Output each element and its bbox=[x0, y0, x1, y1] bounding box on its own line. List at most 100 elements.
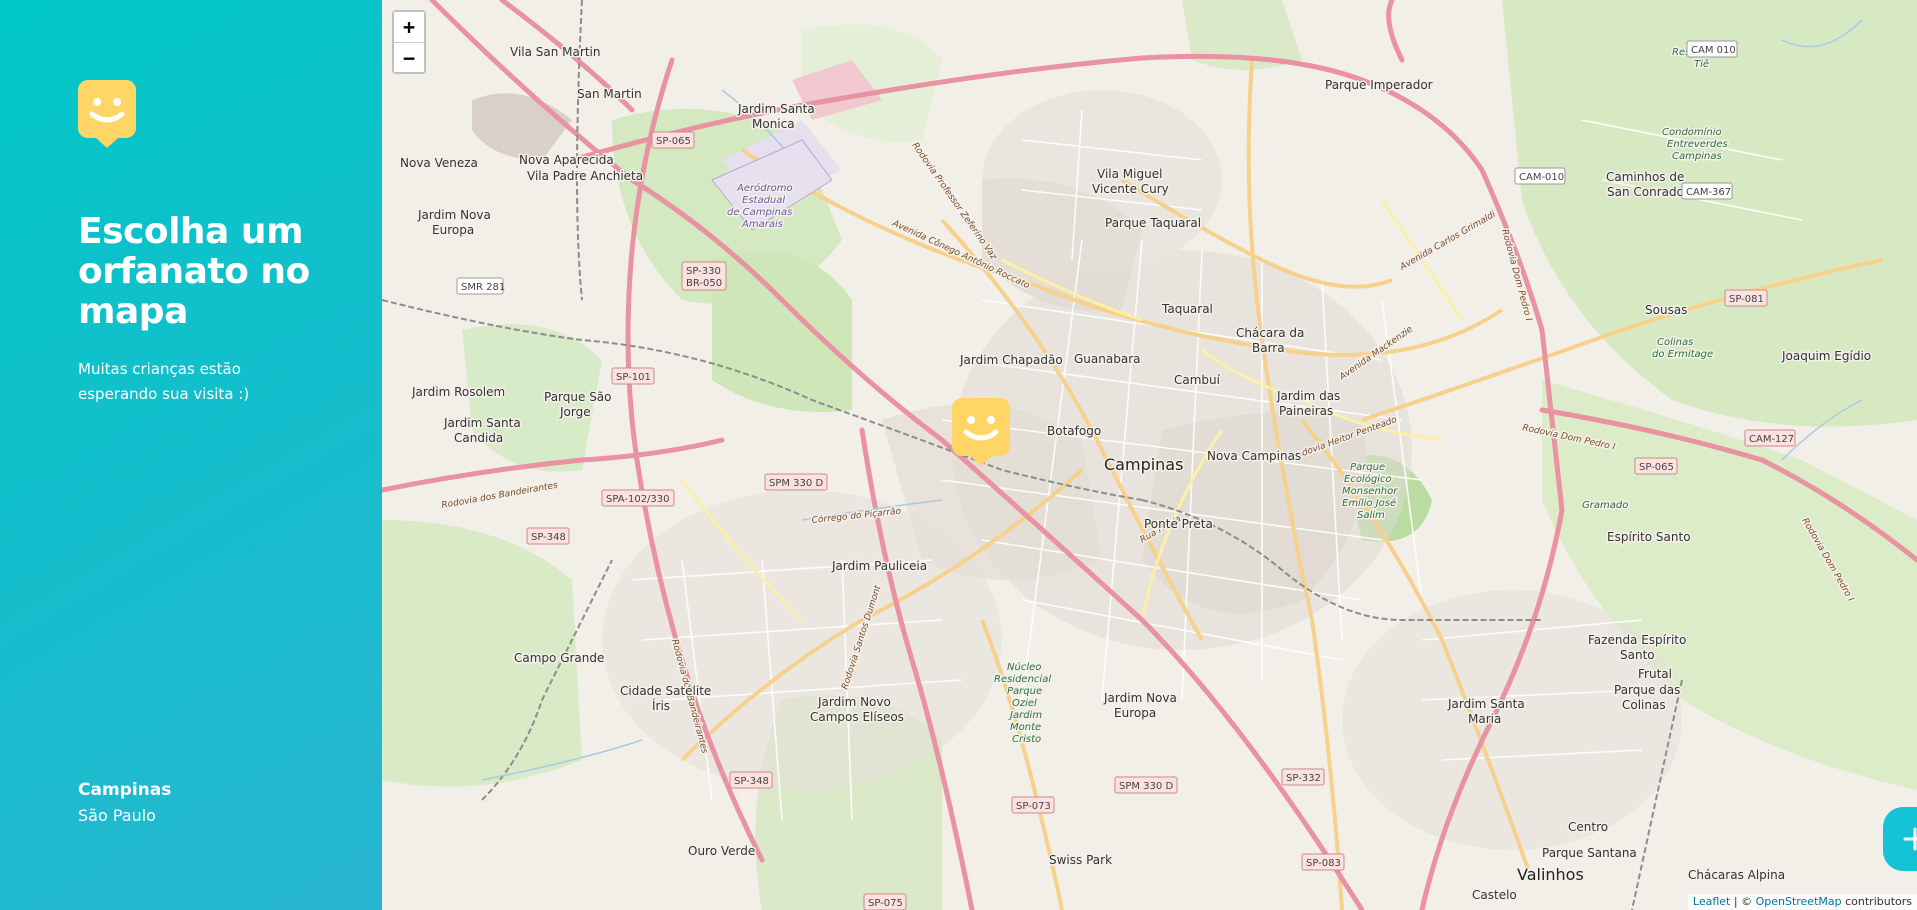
svg-text:SP-065: SP-065 bbox=[1639, 462, 1674, 473]
svg-text:Campo Grande: Campo Grande bbox=[514, 651, 604, 665]
svg-text:SPM 330 D: SPM 330 D bbox=[769, 478, 823, 489]
svg-text:Botafogo: Botafogo bbox=[1047, 424, 1101, 438]
svg-text:Parque Taquaral: Parque Taquaral bbox=[1105, 216, 1201, 230]
svg-text:Centro: Centro bbox=[1568, 820, 1608, 834]
svg-text:CAM 010: CAM 010 bbox=[1691, 45, 1736, 56]
svg-text:Jardim Pauliceia: Jardim Pauliceia bbox=[831, 559, 927, 573]
svg-text:Parque Imperador: Parque Imperador bbox=[1325, 78, 1433, 92]
svg-text:Guanabara: Guanabara bbox=[1074, 352, 1140, 366]
location-info: Campinas São Paulo bbox=[78, 777, 171, 829]
svg-text:CAM-127: CAM-127 bbox=[1749, 434, 1794, 445]
svg-text:Monte: Monte bbox=[1010, 722, 1041, 733]
svg-text:Amarais: Amarais bbox=[741, 219, 783, 230]
svg-text:San Martin: San Martin bbox=[577, 87, 642, 101]
svg-text:Jardim Novo: Jardim Novo bbox=[817, 695, 891, 709]
svg-text:Salim: Salim bbox=[1357, 510, 1385, 521]
svg-text:Jardim: Jardim bbox=[1008, 710, 1042, 721]
svg-text:Vila Miguel: Vila Miguel bbox=[1097, 167, 1162, 181]
svg-text:Nova Campinas: Nova Campinas bbox=[1207, 449, 1301, 463]
svg-text:Jardim Nova: Jardim Nova bbox=[417, 208, 491, 222]
svg-text:CAM-010: CAM-010 bbox=[1519, 172, 1564, 183]
svg-text:Cristo: Cristo bbox=[1012, 734, 1041, 745]
svg-text:Monica: Monica bbox=[752, 117, 795, 131]
svg-text:Colinas: Colinas bbox=[1622, 698, 1666, 712]
svg-text:Fazenda Espírito: Fazenda Espírito bbox=[1588, 633, 1686, 647]
svg-text:Chácaras Alpina: Chácaras Alpina bbox=[1688, 868, 1785, 882]
svg-text:Vicente Cury: Vicente Cury bbox=[1092, 182, 1169, 196]
svg-text:Parque São: Parque São bbox=[544, 390, 612, 404]
svg-text:Ponte Preta: Ponte Preta bbox=[1144, 517, 1213, 531]
svg-text:SP-083: SP-083 bbox=[1306, 858, 1341, 869]
svg-text:Jardim Santa: Jardim Santa bbox=[737, 102, 815, 116]
svg-text:Parque: Parque bbox=[1350, 462, 1385, 473]
svg-text:Nova Aparecida: Nova Aparecida bbox=[519, 153, 614, 167]
svg-text:Castelo: Castelo bbox=[1472, 888, 1517, 902]
svg-text:Residencial: Residencial bbox=[994, 674, 1051, 685]
map-tiles[interactable]: Aeródromo Estadual de Campinas Amarais P… bbox=[382, 0, 1917, 910]
svg-text:SP-101: SP-101 bbox=[616, 372, 651, 383]
svg-text:SP-073: SP-073 bbox=[1016, 801, 1051, 812]
subtitle: Muitas crianças estão esperando sua visi… bbox=[78, 360, 250, 403]
svg-text:Jardim Nova: Jardim Nova bbox=[1103, 691, 1177, 705]
svg-text:Entreverdes: Entreverdes bbox=[1667, 139, 1728, 150]
svg-text:Oziel: Oziel bbox=[1012, 698, 1037, 709]
svg-text:SP-332: SP-332 bbox=[1286, 773, 1321, 784]
svg-text:Gramado: Gramado bbox=[1582, 500, 1628, 511]
svg-text:Estadual: Estadual bbox=[742, 195, 785, 206]
svg-text:Candida: Candida bbox=[454, 431, 503, 445]
svg-text:Parque das: Parque das bbox=[1614, 683, 1680, 697]
svg-text:Vila Padre Anchieta: Vila Padre Anchieta bbox=[527, 169, 643, 183]
svg-text:Taquaral: Taquaral bbox=[1161, 302, 1213, 316]
svg-text:Frutal: Frutal bbox=[1638, 667, 1672, 681]
svg-text:SP-348: SP-348 bbox=[734, 776, 769, 787]
svg-text:Maria: Maria bbox=[1468, 712, 1501, 726]
svg-text:Chácara da: Chácara da bbox=[1236, 326, 1304, 340]
svg-text:Monsenhor: Monsenhor bbox=[1342, 486, 1398, 497]
svg-text:Europa: Europa bbox=[432, 223, 474, 237]
svg-text:Campos Elíseos: Campos Elíseos bbox=[810, 710, 904, 724]
svg-text:Paineiras: Paineiras bbox=[1279, 404, 1333, 418]
add-orphanage-button[interactable] bbox=[1883, 807, 1917, 871]
svg-text:Tiê: Tiê bbox=[1694, 58, 1709, 70]
plus-icon bbox=[1903, 827, 1917, 851]
svg-text:Colinas: Colinas bbox=[1657, 337, 1693, 348]
orphanage-map-marker[interactable] bbox=[952, 398, 1010, 466]
svg-text:Santo: Santo bbox=[1620, 648, 1655, 662]
svg-text:Ouro Verde: Ouro Verde bbox=[688, 844, 755, 858]
svg-text:Europa: Europa bbox=[1114, 706, 1156, 720]
zoom-out-button[interactable]: − bbox=[394, 42, 424, 72]
svg-text:Campinas: Campinas bbox=[1104, 455, 1183, 474]
map-attribution: Leaflet | © OpenStreetMap contributors bbox=[1687, 894, 1917, 910]
leaflet-link[interactable]: Leaflet bbox=[1693, 895, 1730, 908]
svg-text:Nova Veneza: Nova Veneza bbox=[400, 156, 478, 170]
zoom-in-button[interactable]: + bbox=[394, 12, 424, 42]
svg-text:Vila San Martin: Vila San Martin bbox=[510, 45, 600, 59]
svg-text:Condomínio: Condomínio bbox=[1662, 126, 1722, 138]
svg-text:Núcleo: Núcleo bbox=[1007, 661, 1041, 673]
svg-text:Jardim das: Jardim das bbox=[1276, 389, 1340, 403]
sidebar: Escolha um orfanato no mapa Muitas crian… bbox=[0, 0, 382, 910]
page-title: Escolha um orfanato no mapa bbox=[78, 211, 310, 332]
svg-text:San Conrado: San Conrado bbox=[1607, 185, 1684, 199]
svg-text:Íris: Íris bbox=[652, 698, 670, 713]
svg-text:SP-348: SP-348 bbox=[531, 532, 566, 543]
attribution-separator: | © bbox=[1730, 895, 1756, 908]
svg-text:Jardim Santa: Jardim Santa bbox=[1447, 697, 1525, 711]
location-city: Campinas bbox=[78, 780, 172, 800]
svg-text:Joaquim Egídio: Joaquim Egídio bbox=[1781, 349, 1871, 363]
svg-text:CAM-367: CAM-367 bbox=[1686, 187, 1731, 198]
svg-text:Espírito Santo: Espírito Santo bbox=[1607, 530, 1691, 544]
svg-text:Valinhos: Valinhos bbox=[1517, 865, 1584, 884]
svg-text:SPA-102/330: SPA-102/330 bbox=[606, 494, 670, 505]
svg-text:Barra: Barra bbox=[1252, 341, 1285, 355]
svg-text:SP-081: SP-081 bbox=[1729, 294, 1764, 305]
svg-text:SMR 281: SMR 281 bbox=[461, 282, 505, 293]
zoom-controls: + − bbox=[392, 10, 426, 74]
svg-text:Parque Santana: Parque Santana bbox=[1542, 846, 1637, 860]
svg-text:de Campinas: de Campinas bbox=[727, 207, 792, 218]
svg-text:Ecológico: Ecológico bbox=[1344, 473, 1392, 485]
map-view[interactable]: Aeródromo Estadual de Campinas Amarais P… bbox=[382, 0, 1917, 910]
svg-text:Jorge: Jorge bbox=[559, 405, 591, 419]
openstreetmap-link[interactable]: OpenStreetMap bbox=[1756, 895, 1842, 908]
svg-text:SP-065: SP-065 bbox=[656, 136, 691, 147]
